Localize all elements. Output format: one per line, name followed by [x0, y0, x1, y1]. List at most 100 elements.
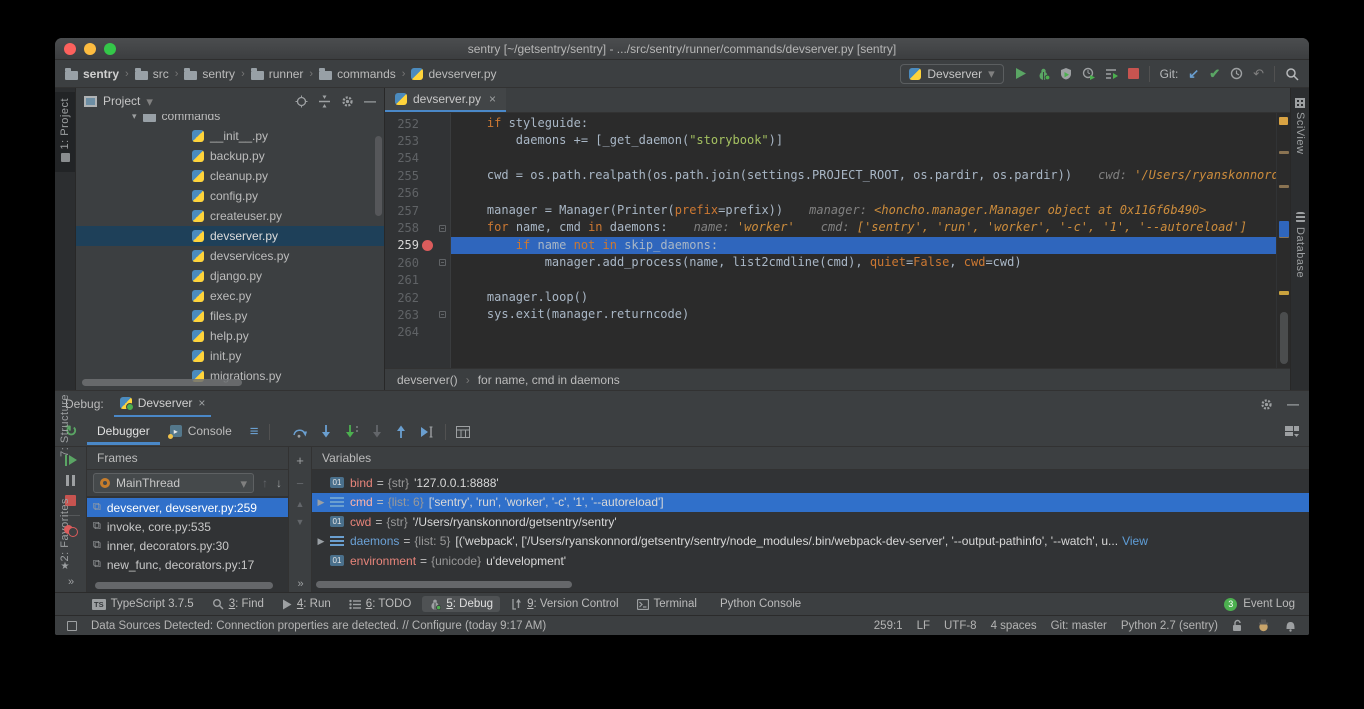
gutter-line-262[interactable]: 262 [385, 289, 450, 306]
breadcrumb-item[interactable]: src [135, 67, 169, 81]
code-line-264[interactable] [451, 324, 1276, 341]
project-vertical-scrollbar[interactable] [375, 136, 382, 216]
editor-tab-devserver[interactable]: devserver.py × [385, 88, 506, 112]
notifications-bell-icon[interactable] [1284, 619, 1297, 632]
remove-watch-icon[interactable]: − [296, 476, 304, 491]
code-line-260[interactable]: manager.add_process(name, list2cmdline(c… [451, 254, 1276, 271]
project-view-select[interactable]: Project ▾ [84, 94, 153, 108]
code-line-253[interactable]: daemons += [_get_daemon("storybook")] [451, 132, 1276, 149]
code-line-256[interactable] [451, 185, 1276, 202]
close-window-button[interactable] [64, 43, 76, 55]
tool-window-button-5-debug[interactable]: 5: Debug [422, 596, 500, 612]
layout-menu-icon[interactable]: ≡ [250, 425, 259, 438]
step-into-my-code-icon[interactable] [345, 425, 358, 438]
tool-window-button-9-version-control[interactable]: 9: Version Control [504, 596, 625, 612]
tree-item-execpy[interactable]: exec.py [76, 286, 384, 306]
breadcrumb-item[interactable]: sentry [65, 67, 119, 81]
tree-item-devservicespy[interactable]: devservices.py [76, 246, 384, 266]
more-actions-chevron[interactable]: » [68, 576, 73, 588]
gutter-line-258[interactable]: 258 [385, 219, 450, 236]
sidebar-item-structure[interactable]: 7: Structure [55, 394, 75, 457]
expand-arrow-icon[interactable]: ▶ [312, 497, 330, 508]
hide-panel-icon[interactable]: — [364, 94, 376, 108]
breadcrumb-item-file[interactable]: devserver.py [411, 67, 496, 81]
run-button[interactable] [1014, 67, 1027, 80]
breadcrumb-item[interactable]: commands [319, 67, 396, 81]
tool-window-switcher-icon[interactable] [67, 621, 77, 631]
gutter-line-254[interactable]: 254 [385, 150, 450, 167]
sidebar-item-database[interactable]: Database [1291, 208, 1309, 278]
sidebar-item-sciview[interactable]: SciView [1291, 94, 1309, 154]
editor-vertical-scrollbar[interactable] [1280, 312, 1288, 364]
hide-debug-panel-icon[interactable]: — [1287, 397, 1299, 411]
thread-select[interactable]: MainThread ▾ [93, 473, 254, 493]
breadcrumb-item[interactable]: sentry [184, 67, 235, 81]
debug-session-tab[interactable]: Devserver × [114, 391, 212, 417]
editor-breadcrumb-item[interactable]: devserver() [397, 373, 458, 387]
line-ending[interactable]: LF [917, 620, 930, 632]
git-commit-icon[interactable]: ✔ [1209, 67, 1220, 80]
sidebar-item-project[interactable]: 1: Project [55, 92, 75, 172]
debug-button[interactable] [1037, 67, 1050, 80]
gutter-line-255[interactable]: 255 [385, 167, 450, 184]
code-line-259[interactable]: if name not in skip_daemons: [451, 237, 1276, 254]
editor-error-stripe[interactable] [1276, 113, 1290, 368]
tool-window-button-terminal[interactable]: Terminal [630, 596, 704, 612]
caret-position[interactable]: 259:1 [874, 620, 903, 632]
force-step-into-icon[interactable] [372, 425, 382, 438]
frame-row[interactable]: ⧉inner, decorators.py:30 [87, 536, 288, 555]
gutter-line-261[interactable]: 261 [385, 272, 450, 289]
tool-window-button-typescript-3-7-5[interactable]: TSTypeScript 3.7.5 [85, 596, 201, 612]
gutter-line-252[interactable]: 252 [385, 115, 450, 132]
stop-button[interactable] [1128, 68, 1139, 79]
tree-item-helppy[interactable]: help.py [76, 326, 384, 346]
debug-settings-gear-icon[interactable] [1260, 398, 1273, 411]
git-branch[interactable]: Git: master [1051, 620, 1107, 632]
gutter-line-259[interactable]: 259 [385, 237, 450, 254]
variable-row-bind[interactable]: 01bind={str}'127.0.0.1:8888' [312, 473, 1309, 493]
locate-file-icon[interactable] [295, 95, 308, 108]
fold-slot[interactable] [436, 225, 449, 232]
step-into-icon[interactable] [321, 425, 331, 438]
run-to-cursor-icon[interactable] [420, 426, 435, 438]
close-session-icon[interactable]: × [198, 396, 205, 410]
tree-item-filespy[interactable]: files.py [76, 306, 384, 326]
search-everywhere-icon[interactable] [1285, 67, 1299, 81]
tree-item-cleanuppy[interactable]: cleanup.py [76, 166, 384, 186]
frame-row[interactable]: ⧉invoke, core.py:535 [87, 517, 288, 536]
expand-arrow-icon[interactable]: ▶ [312, 536, 330, 547]
gutter-line-263[interactable]: 263 [385, 306, 450, 323]
tool-window-button-6-todo[interactable]: 6: TODO [342, 596, 419, 612]
move-watch-down-icon[interactable]: ▼ [296, 517, 305, 527]
view-link[interactable]: View [1118, 534, 1148, 548]
git-rollback-icon[interactable]: ↶ [1253, 67, 1264, 80]
tree-item-initpy[interactable]: init.py [76, 346, 384, 366]
editor-gutter[interactable]: 252253254255256257258259260261262263264 [385, 113, 451, 368]
tree-item-createuserpy[interactable]: createuser.py [76, 206, 384, 226]
evaluate-expression-icon[interactable] [456, 426, 470, 438]
zoom-window-button[interactable] [104, 43, 116, 55]
next-frame-icon[interactable]: ↓ [276, 476, 282, 490]
frame-row[interactable]: ⧉new_func, decorators.py:17 [87, 555, 288, 574]
variables-horizontal-scrollbar[interactable] [316, 581, 572, 588]
status-message[interactable]: Data Sources Detected: Connection proper… [91, 620, 546, 632]
gutter-line-253[interactable]: 253 [385, 132, 450, 149]
code-line-261[interactable] [451, 272, 1276, 289]
code-line-252[interactable]: if styleguide: [451, 115, 1276, 132]
breakpoint-indicator[interactable] [419, 240, 436, 251]
inspections-hector-icon[interactable] [1257, 619, 1270, 632]
tool-window-button-4-run[interactable]: 4: Run [275, 596, 338, 612]
git-update-icon[interactable]: ↙ [1188, 67, 1199, 80]
variable-row-environment[interactable]: 01environment={unicode}u'development' [312, 551, 1309, 571]
step-out-icon[interactable] [396, 425, 406, 438]
step-over-icon[interactable] [292, 426, 307, 438]
project-horizontal-scrollbar[interactable] [82, 379, 242, 386]
fold-slot[interactable] [436, 311, 449, 318]
gutter-line-256[interactable]: 256 [385, 185, 450, 202]
frame-row[interactable]: ⧉devserver, devserver.py:259 [87, 498, 288, 517]
event-log-button[interactable]: 3Event Log [1224, 598, 1295, 611]
indent-size[interactable]: 4 spaces [991, 620, 1037, 632]
frames-horizontal-scrollbar[interactable] [95, 582, 273, 589]
variable-row-cwd[interactable]: 01cwd={str}'/Users/ryanskonnord/getsentr… [312, 512, 1309, 532]
more-watches-chevron[interactable]: » [297, 578, 302, 590]
